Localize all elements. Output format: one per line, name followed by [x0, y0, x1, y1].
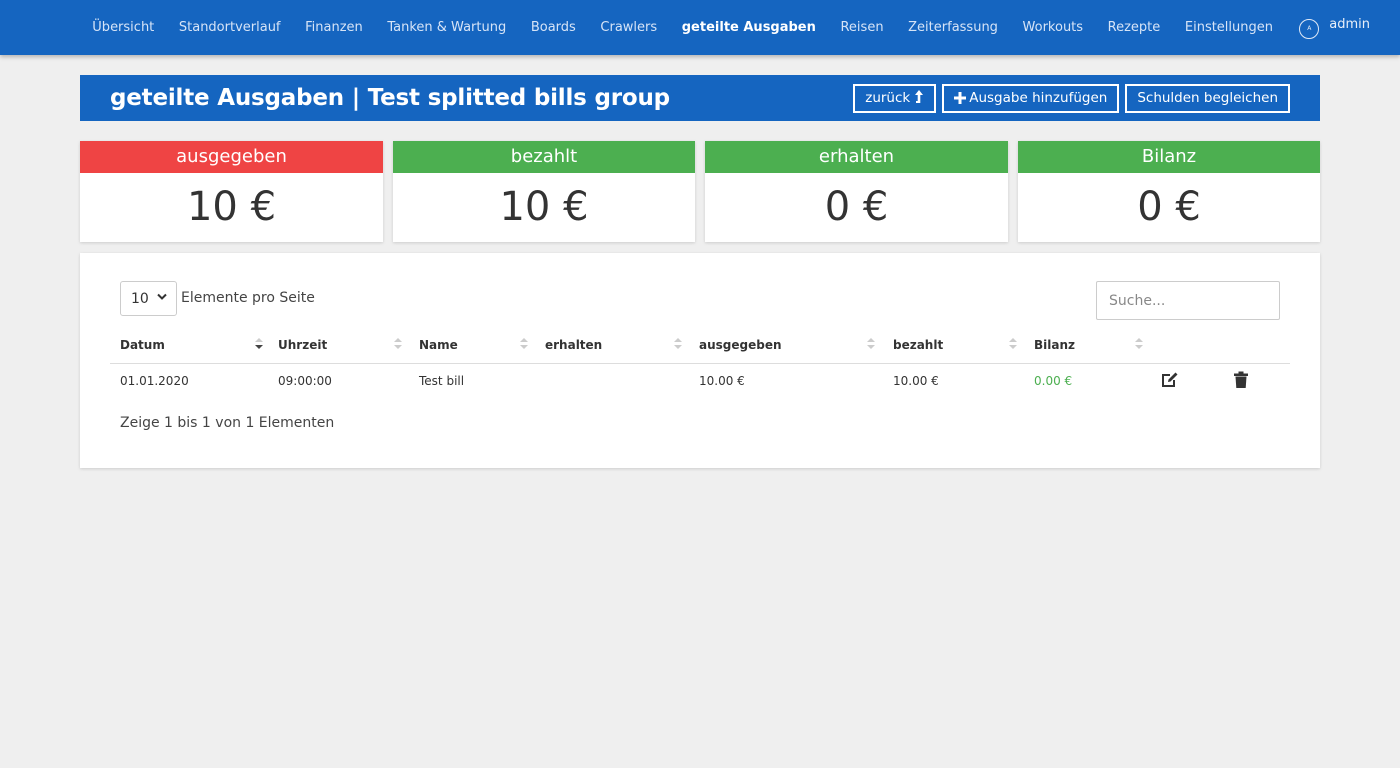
- nav-item-zeiterfassung[interactable]: Zeiterfassung: [896, 0, 1010, 55]
- sort-icon: [394, 335, 402, 355]
- plus-icon: [954, 89, 967, 108]
- stat-card-value: 10 €: [499, 184, 589, 230]
- table-row: 01.01.2020 09:00:00 Test bill 10.00 € 10…: [110, 365, 1290, 397]
- sort-icon: [1009, 335, 1017, 355]
- back-button-label: zurück: [865, 90, 911, 106]
- page-header: geteilte Ausgaben | Test splitted bills …: [80, 75, 1320, 121]
- nav-item-standortverlauf[interactable]: Standortverlauf: [167, 0, 293, 55]
- column-header-uhrzeit[interactable]: Uhrzeit: [278, 333, 408, 363]
- column-header-bilanz[interactable]: Bilanz: [1034, 333, 1154, 363]
- trash-icon[interactable]: [1233, 371, 1249, 393]
- stat-card-label: ausgegeben: [80, 141, 383, 173]
- cell-datum: 01.01.2020: [120, 374, 189, 388]
- arrow-up-icon: [914, 89, 924, 108]
- nav-item-workouts[interactable]: Workouts: [1010, 0, 1095, 55]
- cell-bezahlt: 10.00 €: [893, 374, 939, 388]
- sort-icon: [674, 335, 682, 355]
- settle-debts-label: Schulden begleichen: [1137, 90, 1278, 106]
- stat-card-label: bezahlt: [393, 141, 695, 173]
- page-size-value: 10: [131, 290, 149, 307]
- cell-bilanz: 0.00 €: [1034, 374, 1073, 388]
- add-expense-label: Ausgabe hinzufügen: [969, 90, 1108, 106]
- column-header-bezahlt[interactable]: bezahlt: [893, 333, 1028, 363]
- chevron-down-icon: [157, 291, 167, 304]
- sort-icon: [867, 335, 875, 355]
- stat-card-value: 10 €: [186, 184, 277, 230]
- search-input[interactable]: [1096, 281, 1280, 320]
- sort-icon: [1135, 335, 1143, 355]
- column-header-name[interactable]: Name: [419, 333, 534, 363]
- nav-item-crawlers[interactable]: Crawlers: [588, 0, 669, 55]
- column-header-ausgegeben[interactable]: ausgegeben: [699, 333, 884, 363]
- nav-item-reisen[interactable]: Reisen: [828, 0, 896, 55]
- page-title: geteilte Ausgaben | Test splitted bills …: [110, 85, 670, 111]
- nav-item-geteilte-ausgaben[interactable]: geteilte Ausgaben: [669, 0, 828, 55]
- settle-debts-button[interactable]: Schulden begleichen: [1125, 83, 1290, 113]
- column-header-datum[interactable]: Datum: [120, 333, 270, 363]
- stat-card-value: 0 €: [824, 184, 889, 230]
- expenses-table-panel: 10 Elemente pro Seite Datum Uhrzeit Name…: [80, 253, 1320, 468]
- nav-item-boards[interactable]: Boards: [519, 0, 589, 55]
- user-name: admin: [1329, 17, 1371, 32]
- sort-icon: [520, 335, 528, 355]
- user-circle-icon: A: [1299, 18, 1320, 39]
- user-menu[interactable]: A admin: [1285, 17, 1370, 39]
- add-expense-button[interactable]: Ausgabe hinzufügen: [942, 83, 1120, 113]
- column-header-erhalten[interactable]: erhalten: [545, 333, 690, 363]
- nav-item-rezepte[interactable]: Rezepte: [1095, 0, 1172, 55]
- table-info: Zeige 1 bis 1 von 1 Elementen: [120, 415, 335, 431]
- stat-card-value: 0 €: [1137, 184, 1201, 230]
- page-size-label: Elemente pro Seite: [181, 290, 315, 306]
- nav-item-finanzen[interactable]: Finanzen: [293, 0, 375, 55]
- stat-card-ausgegeben: ausgegeben 10 €: [80, 141, 383, 242]
- stat-card-erhalten: erhalten 0 €: [705, 141, 1008, 242]
- stat-card-label: erhalten: [705, 141, 1008, 173]
- nav-item-tanken-wartung[interactable]: Tanken & Wartung: [375, 0, 518, 55]
- cell-name: Test bill: [419, 374, 465, 388]
- back-button[interactable]: zurück: [853, 83, 937, 113]
- cell-ausgegeben: 10.00 €: [699, 374, 745, 388]
- edit-icon[interactable]: [1160, 371, 1180, 393]
- stat-card-bilanz: Bilanz 0 €: [1018, 141, 1320, 242]
- nav-item-uebersicht[interactable]: Übersicht: [80, 0, 167, 55]
- top-navbar: Übersicht Standortverlauf Finanzen Tanke…: [0, 0, 1400, 55]
- nav-item-einstellungen[interactable]: Einstellungen: [1173, 0, 1286, 55]
- sort-desc-icon: [255, 335, 263, 355]
- cell-uhrzeit: 09:00:00: [278, 374, 332, 388]
- header-actions: zurück Ausgabe hinzufügen Schulden begle…: [853, 83, 1290, 113]
- stat-card-label: Bilanz: [1018, 141, 1320, 173]
- page-size-select[interactable]: 10: [120, 281, 177, 316]
- table-header: Datum Uhrzeit Name erhalten ausgegeben b…: [110, 333, 1290, 364]
- stat-card-bezahlt: bezahlt 10 €: [393, 141, 695, 242]
